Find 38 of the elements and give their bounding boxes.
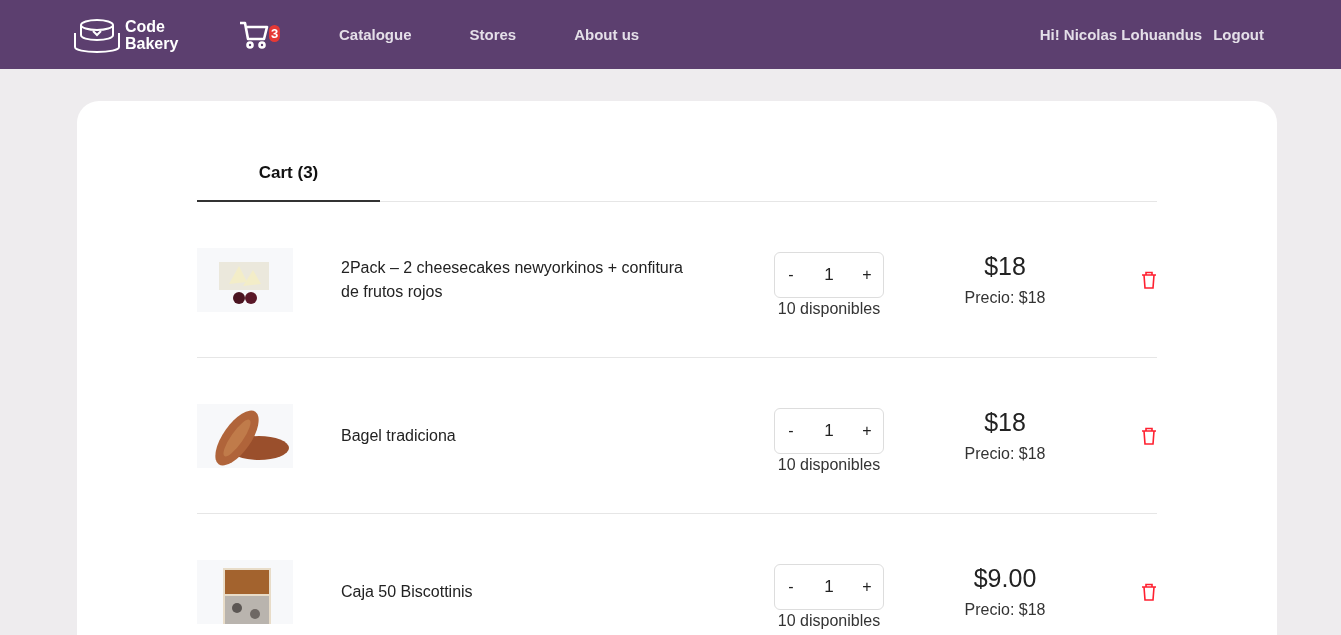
increase-button[interactable]: +: [855, 576, 879, 597]
quantity-stepper[interactable]: - 1 +: [774, 407, 884, 454]
trash-icon[interactable]: [1141, 426, 1157, 445]
unit-price: Precio: $18: [964, 445, 1046, 463]
item-total: $18: [984, 408, 1026, 437]
nav-link[interactable]: About us: [574, 26, 640, 43]
logo-text[interactable]: Bakery: [125, 34, 179, 52]
decrease-button[interactable]: -: [779, 420, 803, 441]
product-name: 2Pack – 2 cheesecakes newyorkinos + confitura de frutos rojos: [341, 257, 684, 302]
increase-button[interactable]: +: [855, 420, 879, 441]
quantity-stepper[interactable]: - 1 +: [774, 563, 884, 610]
unit-price: Precio: $18: [964, 289, 1046, 307]
quantity-stepper[interactable]: - 1 +: [774, 251, 884, 298]
unit-price: Precio: $18: [964, 601, 1046, 619]
product-name: Bagel tradiciona: [341, 425, 457, 446]
logo-text[interactable]: Code: [125, 17, 179, 35]
stock-label: 10 disponibles: [777, 455, 881, 474]
quantity-value: 1: [824, 264, 834, 285]
product-name: Caja 50 Biscottinis: [341, 581, 474, 602]
cart-icon[interactable]: [239, 19, 269, 50]
nav-link[interactable]: Catalogue: [339, 26, 412, 43]
increase-button[interactable]: +: [855, 264, 879, 285]
trash-icon[interactable]: [1141, 270, 1157, 289]
cake-logo-icon[interactable]: [73, 16, 121, 53]
stock-label: 10 disponibles: [777, 299, 881, 318]
user-greeting: Hi! Nicolas Lohuandus: [1039, 26, 1203, 43]
decrease-button[interactable]: -: [779, 576, 803, 597]
nav-link[interactable]: Stores: [469, 26, 517, 43]
trash-icon[interactable]: [1141, 582, 1157, 601]
decrease-button[interactable]: -: [779, 264, 803, 285]
stock-label: 10 disponibles: [777, 611, 881, 630]
quantity-value: 1: [824, 576, 834, 597]
cart-count-badge: 3: [269, 25, 281, 42]
item-total: $18: [984, 252, 1026, 281]
item-total: $9.00: [973, 564, 1037, 593]
cart-tab[interactable]: Cart (3): [197, 145, 380, 202]
logout-link[interactable]: Logout: [1213, 26, 1264, 43]
quantity-value: 1: [824, 420, 834, 441]
